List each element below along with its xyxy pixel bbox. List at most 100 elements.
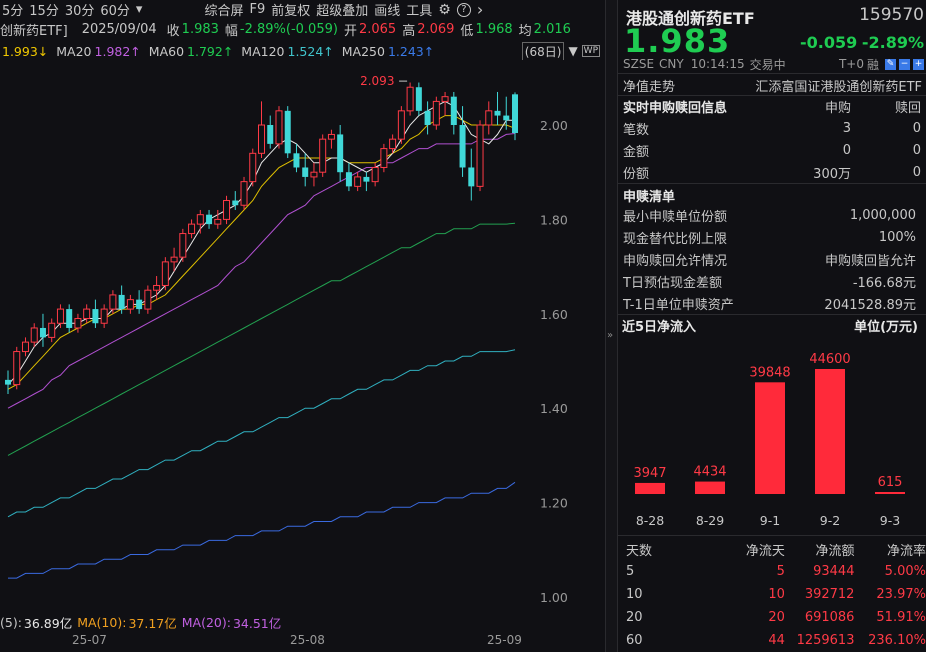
flow-table-cell: 23.97% (854, 587, 926, 602)
col-sell: 赎回 (851, 97, 921, 116)
inflow-value-label: 4434 (693, 465, 726, 480)
candlestick-chart[interactable]: 2.001.801.601.401.201.002.093 (0, 0, 605, 612)
inflow-bar (635, 483, 665, 494)
max-price-annotation: 2.093 (360, 74, 394, 88)
y-tick-label: 1.40 (540, 401, 568, 416)
redeem-row-value: 2041528.89元 (824, 294, 916, 313)
candle (320, 134, 326, 176)
inflow-date-label: 9-3 (880, 513, 900, 528)
realtime-row-label: 金额 (623, 141, 783, 160)
candle (486, 101, 492, 134)
minus-icon[interactable]: − (899, 59, 910, 70)
exchange: SZSE (623, 57, 654, 71)
candle (31, 323, 37, 347)
flow-table-cell: 392712 (785, 587, 855, 602)
ma20-line (8, 134, 515, 409)
candle (136, 290, 142, 314)
redeem-row-value: 申购赎回皆允许 (825, 250, 916, 269)
candle (337, 125, 343, 182)
quote-change-pct: -2.89% (862, 33, 924, 52)
flow-table-cell: 236.10% (854, 633, 926, 648)
redeem-row: 申购赎回允许情况 申购赎回皆允许 (618, 248, 926, 270)
edit-icon[interactable]: ✎ (885, 59, 896, 70)
flow-title: 近5日净流入 (622, 316, 696, 335)
realtime-row-sell: 0 (851, 165, 921, 180)
flow-table-row: 60441259613236.10% (618, 629, 926, 651)
candle (451, 92, 457, 134)
realtime-row-sell: 0 (851, 143, 921, 158)
nav-fund: 汇添富国证港股通创新药ETF (755, 76, 922, 95)
candle (398, 106, 404, 144)
redeem-row: T日预估现金差额-166.68元 (618, 270, 926, 292)
inflow-date-label: 9-2 (820, 513, 840, 528)
redeem-row: 现金替代比例上限100% (618, 226, 926, 248)
flow-table-header-cell: 净流率 (854, 540, 926, 559)
candle (22, 337, 28, 356)
realtime-row: 笔数30 (618, 117, 926, 139)
redeem-row: 最小申赎单位份额1,000,000 (618, 204, 926, 226)
realtime-header: 实时申购赎回信息 申购 赎回 (618, 95, 926, 117)
trade-status: 交易中 (750, 56, 786, 73)
volume-bars (0, 624, 545, 629)
nav-row[interactable]: 净值走势 汇添富国证港股通创新药ETF (618, 74, 926, 96)
candle (224, 196, 230, 224)
redeem-row-label: 最小申赎单位份额 (623, 206, 727, 225)
divider (618, 535, 926, 536)
realtime-title: 实时申购赎回信息 (623, 97, 783, 116)
flow-table-cell: 20 (696, 610, 785, 625)
date-label: 25-09 (487, 633, 522, 647)
flow-header: 近5日净流入 单位(万元) (618, 314, 926, 336)
t0-badge: T+0 (839, 57, 864, 71)
plus-icon[interactable]: + (913, 59, 924, 70)
candle (110, 290, 116, 314)
candle (101, 304, 107, 328)
flow-table-cell: 10 (696, 587, 785, 602)
inflow-bar (815, 369, 845, 494)
candle (267, 116, 273, 149)
flow-table-header-cell: 天数 (626, 540, 696, 559)
kline-chart-area[interactable]: 5分 15分 30分 60分 ▾ 综合屏 F9 前复权 超级叠加 画线 工具 ⚙… (0, 0, 605, 652)
flow-table-header-cell: 净流天 (696, 540, 785, 559)
panel-divider[interactable]: » (605, 0, 618, 652)
quote-time: 10:14:15 (691, 57, 745, 71)
candle (92, 300, 98, 328)
candle (75, 314, 81, 333)
flow-table-cell: 93444 (785, 564, 855, 579)
redeem-header: 申赎清单 (618, 184, 926, 206)
realtime-row-buy: 300万 (783, 163, 851, 182)
candle (433, 97, 439, 130)
candle (162, 257, 168, 290)
expand-icon[interactable]: » (607, 330, 613, 341)
flow-table-row: 101039271223.97% (618, 583, 926, 605)
candle (14, 347, 20, 389)
inflow-value-label: 44600 (809, 352, 850, 367)
flow-unit: 单位(万元) (854, 316, 918, 335)
candle (328, 130, 334, 149)
currency: CNY (659, 57, 684, 71)
candle (416, 83, 422, 116)
candle (57, 304, 63, 328)
candle (346, 163, 352, 191)
y-tick-label: 1.00 (540, 590, 568, 605)
y-tick-label: 1.60 (540, 307, 568, 322)
candle (84, 304, 90, 323)
margin-badge: 融 (867, 56, 879, 73)
date-axis: 25-07 25-08 25-09 (0, 630, 545, 652)
redeem-row-label: T-1日单位申赎资产 (623, 294, 734, 313)
flow-table-cell: 5.00% (854, 564, 926, 579)
realtime-row-label: 份额 (623, 163, 783, 182)
flow-table-cell: 691086 (785, 610, 855, 625)
quote-meta: SZSE CNY 10:14:15 交易中 T+0 融 ✎ − + (618, 55, 926, 73)
quote-change: -0.059 (800, 33, 857, 52)
inflow-bar (755, 382, 785, 494)
candle (241, 177, 247, 210)
redeem-row: T-1日单位申赎资产 2041528.89元 (618, 292, 926, 314)
nav-label[interactable]: 净值走势 (623, 76, 675, 95)
inflow-bar (875, 492, 905, 494)
candle (477, 120, 483, 191)
flow-table-row: 55934445.00% (618, 560, 926, 582)
candle (259, 101, 265, 158)
candle (363, 172, 369, 191)
redeem-row-label: 申购赎回允许情况 (623, 250, 727, 269)
candle (468, 149, 474, 201)
